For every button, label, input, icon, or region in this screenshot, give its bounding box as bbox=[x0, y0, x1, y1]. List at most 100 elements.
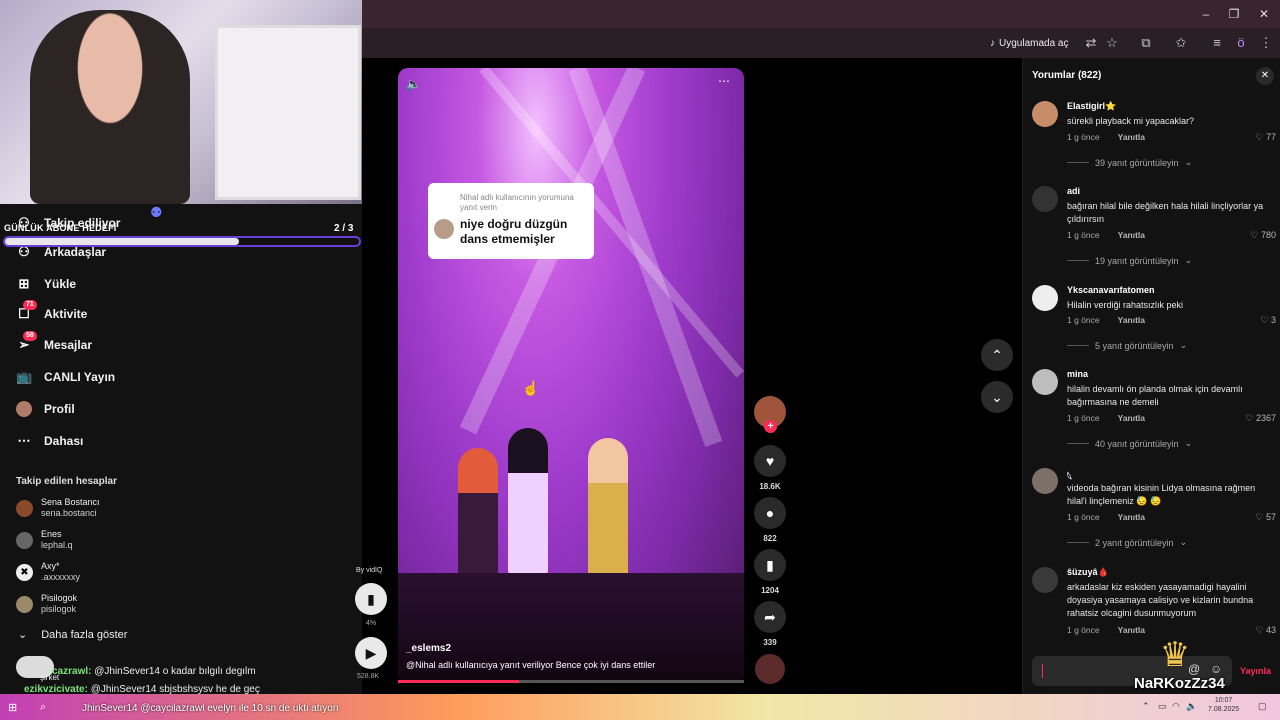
avatar[interactable] bbox=[1032, 285, 1058, 311]
streamer-name: NaRKozZz34 bbox=[1134, 675, 1225, 692]
view-replies-label: 39 yanıt görüntüleyin bbox=[1095, 157, 1179, 168]
comment-like-button[interactable]: ♡ 2367 bbox=[1245, 413, 1276, 424]
view-replies-label: 40 yanıt görüntüleyin bbox=[1095, 438, 1179, 449]
comment-user[interactable]: ŝüzuyâ🩸 bbox=[1067, 567, 1109, 578]
account-handle: pisilogok bbox=[41, 604, 77, 614]
reply-button[interactable]: Yanıtla bbox=[1118, 230, 1145, 240]
profile-avatar[interactable]: ö bbox=[1232, 34, 1250, 52]
comment-user[interactable]: mina bbox=[1067, 369, 1088, 379]
account-handle: lephal.q bbox=[41, 540, 73, 550]
close-window-icon[interactable]: ✕ bbox=[1256, 6, 1272, 22]
windows-start-icon[interactable]: ⊞ bbox=[8, 701, 17, 714]
comment-user[interactable]: Ykscanavarıfatomen bbox=[1067, 285, 1155, 295]
show-more-button[interactable]: ⌄ Daha fazla göster bbox=[18, 628, 127, 642]
following-account[interactable]: Sena Bostancı sena.bostanci bbox=[16, 495, 100, 521]
comment-user[interactable]: Elastigirl⭐ bbox=[1067, 101, 1116, 112]
view-replies-button[interactable]: 19 yanıt görüntüleyin ⌄ bbox=[1067, 255, 1192, 266]
translate-icon[interactable]: ⇄ bbox=[1082, 34, 1100, 52]
battery-icon[interactable]: ▭ bbox=[1158, 701, 1167, 712]
play-button[interactable]: ▶ bbox=[355, 637, 387, 669]
like-button[interactable]: ♥ bbox=[754, 445, 786, 477]
reply-button[interactable]: Yanıtla bbox=[1118, 315, 1145, 325]
comment-like-button[interactable]: ♡ 780 bbox=[1250, 230, 1276, 241]
open-in-app-button[interactable]: ♪ Uygulamada aç bbox=[990, 34, 1068, 52]
comment-user[interactable]: 𓆩 bbox=[1067, 468, 1072, 483]
view-replies-button[interactable]: 2 yanıt görüntüleyin ⌄ bbox=[1067, 537, 1187, 548]
sidebar-item-activity[interactable]: ☐ 71 Aktivite bbox=[16, 300, 88, 325]
heart-outline-icon: ♡ bbox=[1255, 625, 1264, 635]
comment-like-button[interactable]: ♡ 57 bbox=[1255, 512, 1276, 523]
comment-button[interactable]: ● bbox=[754, 497, 786, 529]
minimize-icon[interactable]: – bbox=[1198, 6, 1214, 22]
comment-user[interactable]: adi bbox=[1067, 186, 1080, 196]
send-icon: ➢ 58 bbox=[16, 331, 37, 353]
close-icon[interactable]: ✕ bbox=[1256, 67, 1274, 85]
video-player[interactable] bbox=[398, 68, 744, 683]
avatar bbox=[16, 595, 33, 613]
save-count: 1204 bbox=[761, 586, 779, 595]
view-replies-button[interactable]: 39 yanıt görüntüleyin ⌄ bbox=[1067, 157, 1192, 168]
reply-button[interactable]: Yanıtla bbox=[1118, 512, 1145, 522]
sidebar-item-more[interactable]: ⋯ Dahası bbox=[16, 430, 84, 452]
comment-like-button[interactable]: ♡ 3 bbox=[1260, 315, 1276, 326]
extensions-icon[interactable]: ⧉ bbox=[1137, 34, 1155, 52]
avatar[interactable] bbox=[1032, 567, 1058, 593]
avatar[interactable] bbox=[1032, 468, 1058, 494]
goal-count: 2 / 3 bbox=[334, 223, 354, 234]
avatar-icon bbox=[16, 401, 32, 417]
music-disc-icon[interactable] bbox=[755, 654, 785, 684]
view-replies-button[interactable]: 5 yanıt görüntüleyin ⌄ bbox=[1067, 340, 1187, 351]
avatar[interactable] bbox=[1032, 101, 1058, 127]
volume-icon[interactable]: 🔈 bbox=[406, 77, 421, 91]
comment-time: 1 g önce bbox=[1067, 512, 1100, 522]
comment-item: Ykscanavarıfatomen Hilalin verdiği rahat… bbox=[1032, 285, 1278, 360]
avatar[interactable] bbox=[1032, 369, 1058, 395]
chat-text: @JhinSever14 o kadar bılgılı degılm bbox=[94, 666, 256, 677]
vidiq-credit: By vidIQ bbox=[356, 567, 383, 574]
avatar[interactable] bbox=[1032, 186, 1058, 212]
follow-plus-icon[interactable]: + bbox=[764, 420, 777, 433]
browser-menu-icon[interactable]: ⋮ bbox=[1257, 34, 1275, 52]
comment-like-button[interactable]: ♡ 77 bbox=[1255, 132, 1276, 143]
save-button[interactable]: ▮ bbox=[754, 549, 786, 581]
search-icon[interactable]: ⌕ bbox=[40, 701, 46, 714]
avatar: ✖ bbox=[16, 563, 33, 581]
messages-badge: 58 bbox=[23, 331, 37, 341]
following-account[interactable]: Pisilogok pisilogok bbox=[16, 591, 77, 617]
favorites-icon[interactable]: ✩ bbox=[1172, 34, 1190, 52]
chevron-down-icon: ⌄ bbox=[1179, 537, 1188, 547]
plus-square-icon: ⊞ bbox=[18, 276, 30, 291]
comment-text: Hilalin verdiği rahatsızlık peki bbox=[1067, 300, 1184, 310]
wifi-icon[interactable]: ◠ bbox=[1172, 701, 1180, 712]
vidiq-stats-button[interactable]: ▮ bbox=[355, 583, 387, 615]
volume-tray-icon[interactable]: 🔈 bbox=[1186, 701, 1197, 712]
sidebar-item-label: Mesajlar bbox=[44, 338, 93, 352]
system-clock[interactable]: 10:07 7.08.2025 bbox=[1208, 696, 1239, 714]
tray-chevron-icon[interactable]: ⌃ bbox=[1142, 701, 1150, 712]
emoji-icon[interactable]: ☺ bbox=[1210, 662, 1222, 676]
reply-button[interactable]: Yanıtla bbox=[1118, 625, 1145, 635]
restore-icon[interactable]: ❐ bbox=[1226, 6, 1242, 22]
sidebar-item-upload[interactable]: ⊞ Yükle bbox=[16, 273, 76, 295]
sidebar-item-messages[interactable]: ➢ 58 Mesajlar bbox=[16, 331, 93, 356]
share-button[interactable]: ➦ bbox=[754, 601, 786, 633]
notifications-icon[interactable]: ▢ bbox=[1258, 701, 1267, 712]
following-account[interactable]: Enes lephal.q bbox=[16, 527, 73, 553]
comment-like-button[interactable]: ♡ 43 bbox=[1255, 625, 1276, 636]
view-replies-button[interactable]: 40 yanıt görüntüleyin ⌄ bbox=[1067, 438, 1192, 449]
reading-list-icon[interactable]: ≡ bbox=[1208, 34, 1226, 52]
clock-time: 10:07 bbox=[1214, 697, 1233, 704]
bookmark-star-icon[interactable]: ☆ bbox=[1103, 34, 1121, 52]
previous-video-button[interactable]: ⌃ bbox=[981, 339, 1013, 371]
sidebar-item-label: Aktivite bbox=[44, 307, 88, 321]
chat-message: cazrawl: @JhinSever14 o kadar bılgılı de… bbox=[4, 666, 256, 677]
more-options-icon[interactable]: ⋯ bbox=[718, 74, 730, 88]
following-account[interactable]: ✖ Axy* .axxxxxxy bbox=[16, 559, 80, 585]
video-author[interactable]: _eslems2 bbox=[406, 643, 451, 654]
reply-button[interactable]: Yanıtla bbox=[1118, 132, 1145, 142]
post-comment-button[interactable]: Yayınla bbox=[1240, 666, 1271, 676]
reply-button[interactable]: Yanıtla bbox=[1118, 413, 1145, 423]
next-video-button[interactable]: ⌄ bbox=[981, 381, 1013, 413]
sidebar-item-live[interactable]: 📺 CANLI Yayın bbox=[16, 366, 115, 388]
sidebar-item-profile[interactable]: Profil bbox=[16, 398, 75, 420]
